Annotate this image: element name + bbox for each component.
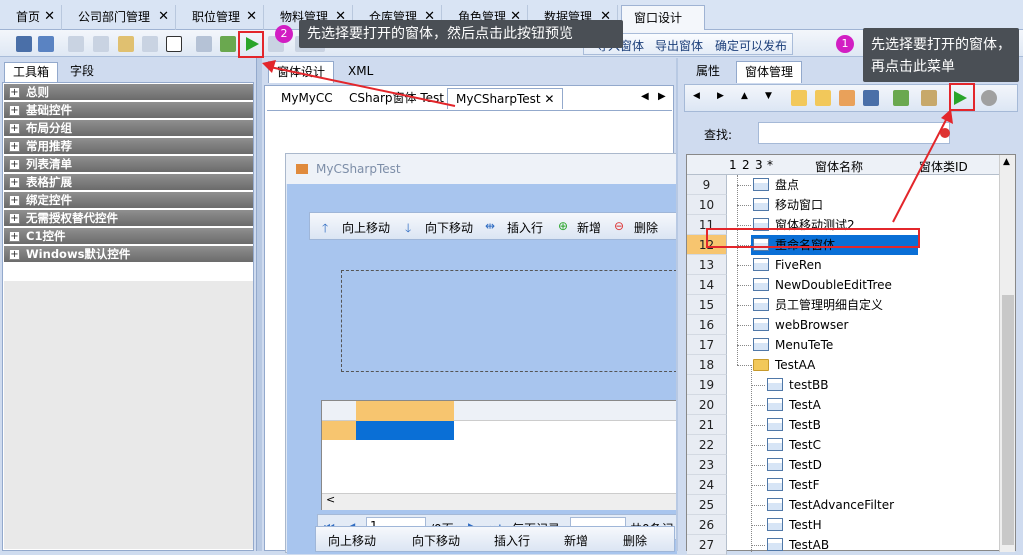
step-2-badge: 2 (275, 25, 293, 43)
step-1-tooltip: 先选择要打开的窗体，再点击此菜单 (863, 28, 1019, 82)
step-1-badge: 1 (836, 35, 854, 53)
annotation-arrows (262, 60, 953, 223)
step-2-tooltip: 先选择要打开的窗体，然后点击此按钮预览 (299, 20, 623, 48)
